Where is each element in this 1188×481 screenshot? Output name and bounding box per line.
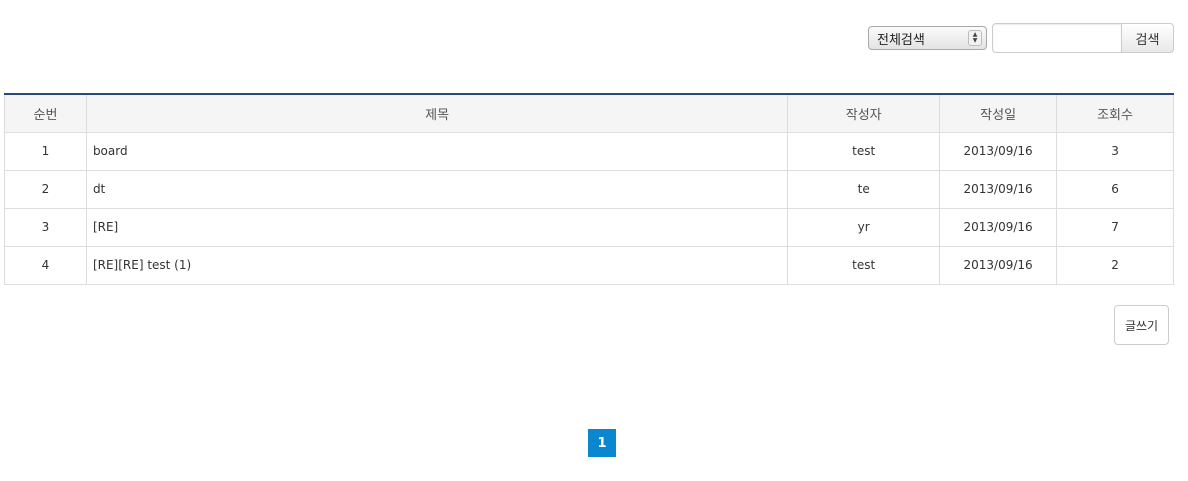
table-header-row: 순번 제목 작성자 작성일 조회수 [4,93,1174,133]
cell-views: 2 [1056,245,1174,285]
search-input[interactable] [992,23,1121,53]
write-post-button[interactable]: 글쓰기 [1114,305,1169,345]
header-no: 순번 [4,93,87,133]
table-row: 3 [RE] yr 2013/09/16 7 [4,207,1174,247]
table-row: 1 board test 2013/09/16 3 [4,131,1174,171]
page-link-current[interactable]: 1 [588,429,616,457]
table-row: 2 dt te 2013/09/16 6 [4,169,1174,209]
pagination: 1 [588,429,616,457]
select-arrows-icon: ▲ ▼ [968,30,982,46]
arrow-down-icon: ▼ [972,37,978,44]
search-button[interactable]: 검색 [1121,23,1174,53]
cell-author: test [787,131,941,171]
table-head: 순번 제목 작성자 작성일 조회수 [4,93,1174,133]
cell-no: 1 [4,131,87,171]
post-title-link[interactable]: [RE][RE] test (1) [93,258,191,272]
cell-title: dt [85,169,789,209]
table-body: 1 board test 2013/09/16 3 2 dt te 2013/0… [4,131,1174,285]
post-title-link[interactable]: board [93,144,128,158]
cell-date: 2013/09/16 [939,207,1058,247]
header-date: 작성일 [939,93,1058,133]
cell-views: 7 [1056,207,1174,247]
cell-no: 4 [4,245,87,285]
header-author: 작성자 [787,93,941,133]
search-type-select[interactable]: 전체검색 ▲ ▼ [868,26,987,50]
cell-author: yr [787,207,941,247]
cell-title: board [85,131,789,171]
board-table: 순번 제목 작성자 작성일 조회수 1 board test 2013/09/1… [4,93,1174,285]
cell-title: [RE] [85,207,789,247]
board-page: 전체검색 ▲ ▼ 검색 순번 제목 작성자 작성일 조회수 1 board te… [0,0,1188,481]
cell-author: te [787,169,941,209]
cell-title: [RE][RE] test (1) [85,245,789,285]
post-title-link[interactable]: dt [93,182,105,196]
cell-author: test [787,245,941,285]
post-title-link[interactable]: [RE] [93,220,118,234]
search-type-selected-value: 전체검색 [877,32,925,48]
header-title: 제목 [85,93,789,133]
cell-views: 6 [1056,169,1174,209]
table-row: 4 [RE][RE] test (1) test 2013/09/16 2 [4,245,1174,285]
search-bar: 전체검색 ▲ ▼ 검색 [868,23,1174,53]
cell-date: 2013/09/16 [939,245,1058,285]
cell-date: 2013/09/16 [939,169,1058,209]
cell-no: 2 [4,169,87,209]
search-group: 검색 [992,23,1174,53]
cell-no: 3 [4,207,87,247]
cell-date: 2013/09/16 [939,131,1058,171]
header-views: 조회수 [1056,93,1174,133]
cell-views: 3 [1056,131,1174,171]
